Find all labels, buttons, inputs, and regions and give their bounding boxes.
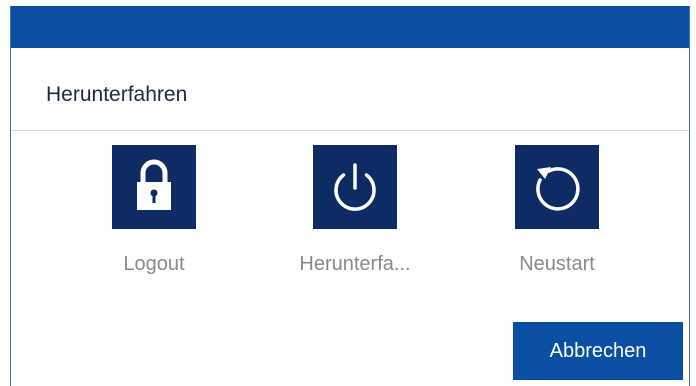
shutdown-option[interactable]: Herunterfa... — [275, 145, 435, 285]
shutdown-tile[interactable] — [313, 145, 397, 229]
cancel-button[interactable]: Abbrechen — [513, 322, 683, 380]
power-icon — [334, 163, 376, 211]
lock-icon — [137, 159, 171, 210]
shutdown-dialog: Herunterfahren Logout Herunterfa... Neus… — [10, 6, 690, 386]
shutdown-label: Herunterfa... — [299, 253, 411, 275]
dialog-titlebar[interactable] — [11, 6, 689, 48]
logout-label: Logout — [123, 253, 185, 275]
restart-tile[interactable] — [515, 145, 599, 229]
logout-tile[interactable] — [112, 145, 196, 229]
restart-label: Neustart — [519, 253, 595, 275]
restart-option[interactable]: Neustart — [477, 145, 637, 285]
dialog-header: Herunterfahren — [11, 48, 689, 131]
restart-icon — [536, 167, 580, 211]
logout-option[interactable]: Logout — [74, 145, 234, 285]
dialog-title: Herunterfahren — [46, 83, 188, 106]
